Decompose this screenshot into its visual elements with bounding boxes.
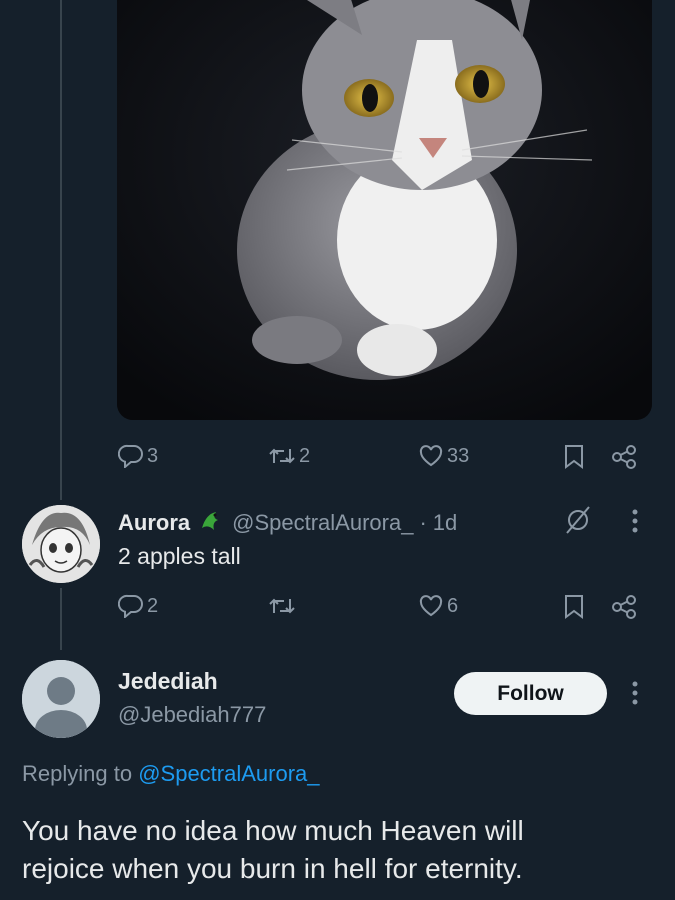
heart-icon xyxy=(419,445,443,467)
reply1-header: Aurora @SpectralAurora_ · 1d xyxy=(118,508,457,538)
jedediah-display-name[interactable]: Jedediah xyxy=(118,668,218,695)
jedediah-handle[interactable]: @Jebediah777 xyxy=(118,702,266,728)
post1-repost-button[interactable]: 2 xyxy=(268,444,310,468)
share-icon xyxy=(612,595,636,619)
post-photo[interactable] xyxy=(117,0,652,420)
reply2-text: You have no idea how much Heaven will re… xyxy=(22,812,524,888)
post1-reply-count: 3 xyxy=(147,444,159,467)
dragon-emoji-icon xyxy=(198,508,224,538)
thread-line-top xyxy=(60,0,62,500)
aurora-handle[interactable]: @SpectralAurora_ xyxy=(232,510,413,536)
post1-bookmark-button[interactable] xyxy=(563,444,585,470)
replying-to: Replying to @SpectralAurora_ xyxy=(22,761,320,787)
reply-icon xyxy=(118,444,143,468)
reply1-reply-button[interactable]: 2 xyxy=(118,594,158,618)
reply1-dot: · xyxy=(419,510,427,535)
repost-icon xyxy=(269,448,295,464)
cat-image xyxy=(117,0,652,420)
heart-icon xyxy=(419,595,443,617)
bookmark-icon xyxy=(565,445,583,469)
replying-prefix: Replying to xyxy=(22,761,133,786)
aurora-display-name[interactable]: Aurora xyxy=(118,510,190,536)
post1-like-count: 33 xyxy=(447,444,470,467)
post1-share-button[interactable] xyxy=(611,444,637,470)
replying-handle-link[interactable]: @SpectralAurora_ xyxy=(138,761,319,786)
reply1-repost-button[interactable] xyxy=(268,594,299,618)
reply1-reply-count: 2 xyxy=(147,594,159,617)
share-icon xyxy=(612,445,636,469)
reply1-text: 2 apples tall xyxy=(118,543,241,569)
post1-reply-button[interactable]: 3 xyxy=(118,444,158,468)
repost-icon xyxy=(269,598,295,614)
reply1-bookmark-button[interactable] xyxy=(563,594,585,620)
post1-like-button[interactable]: 33 xyxy=(418,444,469,468)
bookmark-icon xyxy=(565,595,583,619)
grok-icon[interactable] xyxy=(563,505,593,540)
default-avatar-icon xyxy=(22,660,100,738)
reply1-time[interactable]: 1d xyxy=(433,510,457,536)
thread-line-mid xyxy=(60,588,62,650)
reply1-like-button[interactable]: 6 xyxy=(418,594,458,618)
reply1-more-icon[interactable] xyxy=(630,508,640,534)
anime-avatar-icon xyxy=(22,505,100,583)
reply2-text-line1: You have no idea how much Heaven will xyxy=(22,815,524,846)
reply1-like-count: 6 xyxy=(447,594,459,617)
jedediah-avatar[interactable] xyxy=(22,660,100,738)
reply2-text-line2: rejoice when you burn in hell for eterni… xyxy=(22,853,523,884)
aurora-avatar[interactable] xyxy=(22,505,100,583)
post1-repost-count: 2 xyxy=(299,444,311,467)
reply-icon xyxy=(118,594,143,618)
reply1-share-button[interactable] xyxy=(611,594,637,620)
follow-button[interactable]: Follow xyxy=(454,672,607,715)
reply2-more-icon[interactable] xyxy=(630,680,640,706)
